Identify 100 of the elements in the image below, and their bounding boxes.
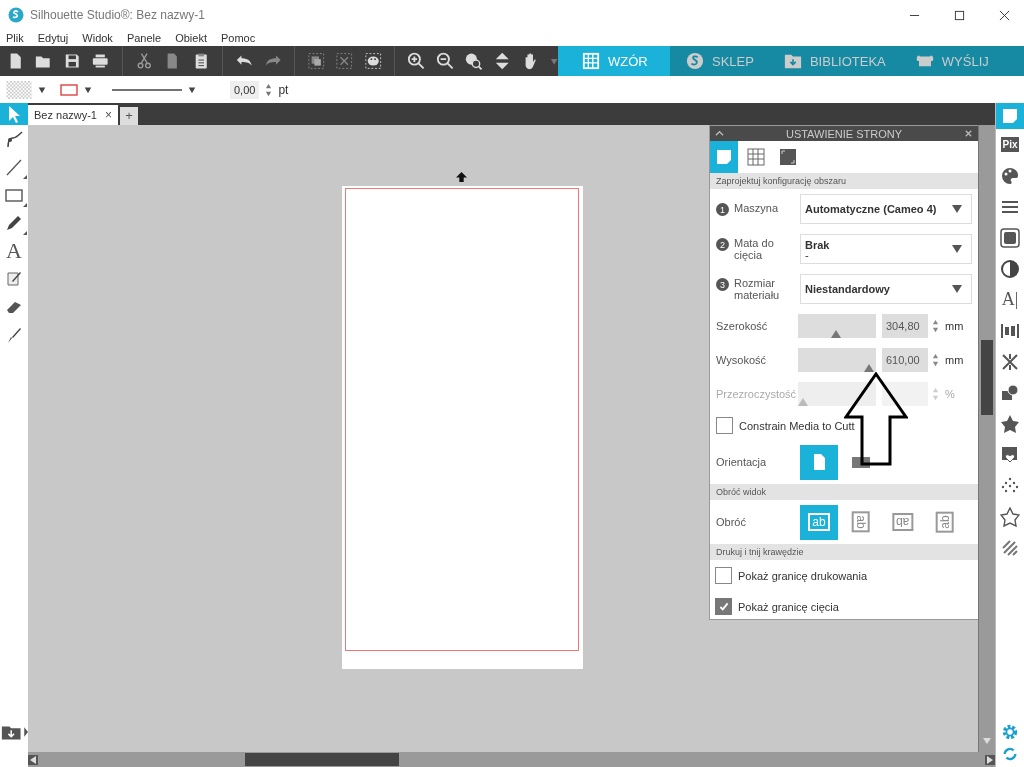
line-color-icon[interactable]: [60, 83, 78, 96]
field-label: Orientacja: [716, 456, 768, 468]
checkmark-icon: [717, 600, 730, 613]
dropdown[interactable]: Niestandardowy: [800, 274, 972, 304]
grid-icon: [746, 147, 766, 167]
flyout-corner-icon[interactable]: [23, 203, 27, 207]
scroll-thumb[interactable]: [981, 340, 993, 415]
palette-select-icon[interactable]: [363, 51, 383, 71]
group-icon[interactable]: [307, 51, 326, 71]
slider[interactable]: [798, 314, 876, 338]
scroll-thumb[interactable]: [244, 753, 399, 766]
value-field[interactable]: 304,80: [882, 314, 928, 338]
spinner-icon[interactable]: [265, 82, 273, 97]
checkbox[interactable]: [715, 567, 732, 584]
dropdown[interactable]: Brak -: [800, 234, 972, 264]
unit-label: pt: [278, 82, 289, 97]
caret-icon: [951, 284, 963, 294]
vertical-scrollbar[interactable]: [978, 125, 995, 752]
store-logo-icon: [686, 52, 704, 70]
menu-item[interactable]: Plik: [6, 32, 24, 44]
contrast-icon: [1000, 258, 1020, 279]
section-header: Zaprojektuj konfigurację obszaru: [710, 173, 978, 189]
flyout-corner-icon[interactable]: [23, 175, 27, 179]
collapse-icon[interactable]: [715, 129, 724, 138]
horizontal-scrollbar[interactable]: [28, 752, 995, 767]
burst-icon: [1000, 351, 1020, 372]
hatch-icon: [1000, 537, 1020, 558]
close-icon[interactable]: [964, 129, 973, 138]
zoom-out-icon[interactable]: [435, 51, 455, 71]
field-label: Wysokość: [716, 354, 768, 366]
field-label: Szerokość: [716, 320, 769, 332]
scroll-left-icon[interactable]: [28, 754, 38, 765]
ungroup-icon[interactable]: [335, 51, 354, 71]
star-outline-icon: [1000, 506, 1020, 527]
caret-icon[interactable]: [38, 85, 46, 94]
step-number: 2: [716, 238, 729, 251]
dropdown[interactable]: Automatyczne (Cameo 4): [800, 194, 972, 224]
curve-icon: [4, 129, 24, 149]
caret-icon[interactable]: [84, 85, 92, 94]
menu-item[interactable]: Panele: [126, 32, 162, 44]
shapes-icon: [1000, 382, 1020, 403]
unit-label: mm: [945, 354, 964, 366]
zoom-fit-icon[interactable]: [464, 51, 483, 71]
field-label: Rozmiar materiału: [734, 277, 781, 301]
app-logo-icon: [8, 7, 24, 23]
rotate-button[interactable]: ab: [884, 504, 922, 540]
add-tab-button[interactable]: +: [120, 107, 138, 125]
menu-item[interactable]: Pomoc: [220, 32, 256, 44]
checkbox-label: Pokaż granicę drukowania: [738, 569, 868, 582]
checkbox[interactable]: [715, 598, 732, 615]
pencil-icon: [4, 213, 24, 233]
folder-download-icon: [783, 52, 802, 70]
menu-item[interactable]: Widok: [82, 32, 113, 44]
unit-label: %: [945, 388, 955, 400]
value-field[interactable]: [882, 382, 928, 406]
sync-icon[interactable]: [1001, 745, 1019, 763]
panel-title: USTAWIENIE STRONY: [785, 127, 903, 140]
window-title: Silhouette Studio®: Bez nazwy-1: [30, 8, 205, 22]
slider[interactable]: [798, 382, 876, 406]
section-header: Obróć widok: [710, 484, 978, 500]
flyout-corner-icon[interactable]: [23, 231, 27, 235]
settings-icon[interactable]: [1001, 723, 1019, 741]
line-width-field[interactable]: 0,00: [230, 80, 260, 99]
checkbox-label: Pokaż granicę cięcia: [738, 600, 839, 613]
panel-button[interactable]: A|: [996, 284, 1024, 315]
field-label: Maszyna: [734, 202, 779, 214]
scroll-right-icon[interactable]: [985, 754, 995, 765]
caret-icon: [951, 244, 963, 254]
star-icon: [1000, 413, 1020, 434]
line-style-icon[interactable]: [112, 86, 182, 93]
tab-title: Bez nazwy-1: [34, 109, 97, 121]
tool-button[interactable]: A: [0, 237, 28, 265]
page-margins-icon: [778, 147, 798, 167]
menu-item[interactable]: Edytuj: [37, 32, 69, 44]
close-icon[interactable]: [999, 9, 1010, 21]
spinner-icon[interactable]: [932, 319, 939, 333]
slider-thumb[interactable]: [863, 364, 874, 372]
caret-icon[interactable]: [188, 85, 196, 94]
spinner-icon[interactable]: [932, 353, 939, 367]
page-icon: [1000, 106, 1020, 126]
line-icon: [4, 157, 24, 177]
panel-button[interactable]: Pix: [996, 129, 1024, 160]
menu-item[interactable]: Obiekt: [175, 32, 207, 44]
slider[interactable]: [798, 348, 876, 372]
value-field[interactable]: 610,00: [882, 348, 928, 372]
palette-icon: [1000, 165, 1020, 186]
heart-icon: [1000, 444, 1020, 465]
grid-icon: [582, 52, 600, 70]
sketch-pad-icon: [4, 269, 24, 289]
page-icon: [714, 147, 734, 167]
section-header: Drukuj i tnij krawędzie: [710, 544, 978, 560]
close-tab-button[interactable]: ×: [105, 108, 112, 122]
maximize-icon[interactable]: [954, 9, 965, 21]
slider-thumb[interactable]: [831, 330, 842, 338]
checkbox[interactable]: [716, 417, 733, 434]
rotate-button[interactable]: ab: [842, 504, 880, 540]
zoom-in-icon[interactable]: [407, 51, 426, 71]
rotate-button[interactable]: ab: [926, 504, 964, 540]
frame-icon: [1000, 227, 1020, 248]
document-tab[interactable]: Bez nazwy-1 ×: [28, 105, 118, 125]
